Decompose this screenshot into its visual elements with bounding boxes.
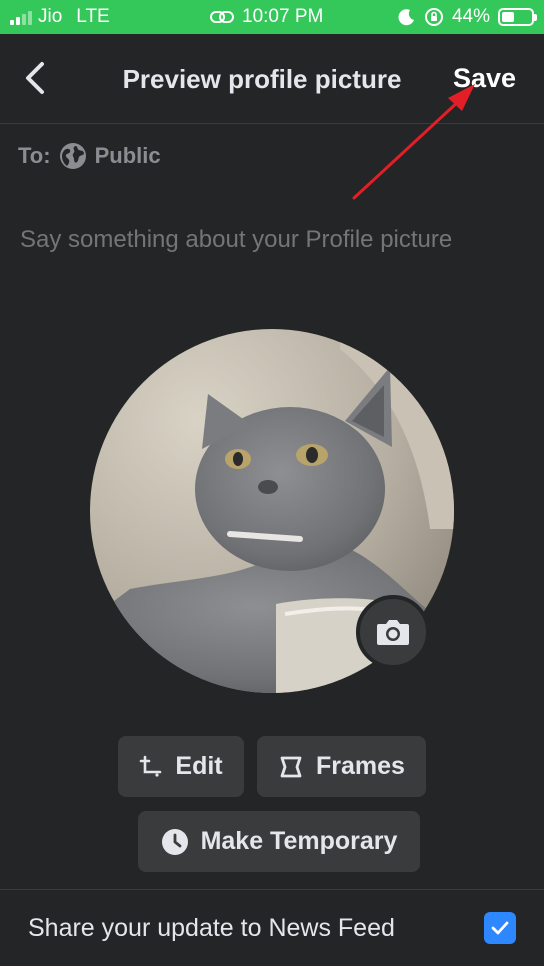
- edit-label: Edit: [175, 752, 223, 780]
- frame-icon: [280, 756, 302, 777]
- battery-icon: [498, 8, 537, 26]
- link-icon: [210, 11, 234, 23]
- audience-selector[interactable]: To: Public: [18, 140, 161, 172]
- globe-icon: [59, 143, 86, 169]
- clock-icon: [161, 828, 188, 855]
- status-center: 10:07 PM: [210, 0, 323, 34]
- save-button[interactable]: Save: [453, 63, 516, 94]
- signal-icon: [10, 9, 32, 25]
- edit-button[interactable]: Edit: [118, 736, 244, 797]
- share-row: Share your update to News Feed: [0, 889, 544, 966]
- status-time: 10:07 PM: [242, 6, 324, 27]
- status-right: 44%: [398, 0, 537, 34]
- battery-percent: 44%: [451, 6, 490, 27]
- camera-icon: [377, 620, 409, 645]
- network-type: LTE: [76, 6, 110, 27]
- frames-label: Frames: [316, 752, 405, 780]
- crop-icon: [140, 755, 162, 777]
- battery-fill: [502, 12, 515, 22]
- share-label: Share your update to News Feed: [28, 914, 395, 942]
- caption-input[interactable]: [20, 226, 530, 254]
- header: Preview profile picture Save: [0, 34, 544, 124]
- audience-value: Public: [94, 143, 161, 168]
- share-checkbox[interactable]: [484, 912, 516, 944]
- status-bar: Jio LTE 10:07 PM 44%: [0, 0, 544, 34]
- moon-icon: [398, 9, 414, 26]
- orientation-lock-icon: [424, 8, 443, 26]
- status-left: Jio LTE: [10, 0, 110, 34]
- checkmark-icon: [491, 921, 509, 935]
- change-photo-button[interactable]: [356, 595, 430, 669]
- carrier-name: Jio: [38, 6, 63, 27]
- audience-prefix: To:: [18, 143, 51, 168]
- profile-picture-container: [90, 329, 454, 693]
- make-temporary-label: Make Temporary: [200, 827, 398, 855]
- frames-button[interactable]: Frames: [257, 736, 426, 797]
- make-temporary-button[interactable]: Make Temporary: [138, 811, 420, 872]
